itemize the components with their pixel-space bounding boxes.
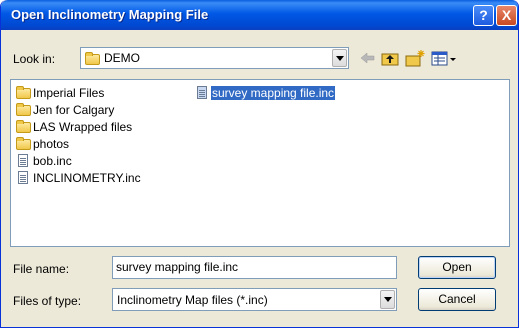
file-name-input[interactable]: survey mapping file.inc [112,256,397,279]
folder-icon [16,86,32,100]
document-icon [16,154,32,168]
list-item-label: Jen for Calgary [33,103,115,117]
look-in-dropdown[interactable]: DEMO [80,47,349,69]
open-file-dialog: Open Inclinometry Mapping File ? X Look … [0,0,519,328]
up-folder-icon[interactable] [379,48,401,68]
look-in-label: Look in: [13,52,56,66]
list-item-label: INCLINOMETRY.inc [33,171,141,185]
file-name-label: File name: [13,262,70,276]
chevron-down-icon[interactable] [380,290,395,309]
folder-icon [16,103,32,117]
folder-icon [16,120,32,134]
new-folder-icon[interactable] [404,48,426,68]
dialog-title: Open Inclinometry Mapping File [11,7,209,22]
file-type-value: Inclinometry Map files (*.inc) [117,293,268,307]
list-item-label: LAS Wrapped files [33,120,133,134]
open-button[interactable]: Open [418,256,496,279]
close-button[interactable]: X [496,5,517,26]
back-arrow-icon[interactable] [356,48,378,68]
help-button[interactable]: ? [473,5,494,26]
file-name-value: survey mapping file.inc [116,260,239,274]
cancel-button[interactable]: Cancel [418,288,496,311]
folder-icon [85,52,100,65]
look-in-value: DEMO [104,51,140,65]
list-item-label: photos [33,137,70,151]
list-item-label: bob.inc [33,154,72,168]
list-item-label: Imperial Files [33,86,105,100]
file-type-dropdown[interactable]: Inclinometry Map files (*.inc) [112,288,397,311]
chevron-down-icon[interactable] [332,49,347,67]
list-item-label: survey mapping file.inc [211,86,336,100]
title-bar[interactable]: Open Inclinometry Mapping File ? X [1,0,518,30]
document-icon [16,171,32,185]
folder-icon [16,137,32,151]
view-menu-icon[interactable] [429,48,459,68]
file-list[interactable]: Imperial Files Jen for Calgary LAS Wrapp… [10,79,510,247]
file-type-label: Files of type: [13,294,82,308]
document-icon [195,86,211,100]
